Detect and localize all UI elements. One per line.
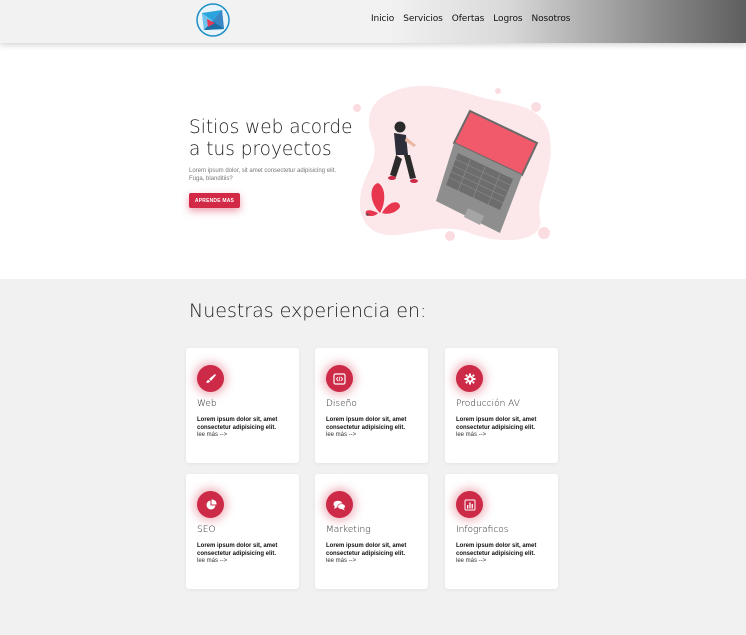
service-card-produccion-av[interactable]: Producción AV Lorem ipsum dolor sit, ame… [445,348,558,463]
section-title: Nuestras experiencia en: [189,300,427,322]
service-card-web[interactable]: Web Lorem ipsum dolor sit, amet consecte… [186,348,299,463]
card-title: Diseño [326,399,357,409]
brush-icon [197,365,224,392]
nav-inicio[interactable]: Inicio [371,14,394,24]
hero-illustration: ♣ [353,86,551,241]
read-more-link[interactable]: lee más --> [326,432,356,438]
read-more-link[interactable]: lee más --> [197,432,227,438]
service-card-seo[interactable]: SEO Lorem ipsum dolor sit, amet consecte… [186,474,299,589]
card-title: Infograficos [456,525,509,535]
card-title: Marketing [326,525,371,535]
service-card-infograficos[interactable]: Infograficos Lorem ipsum dolor sit, amet… [445,474,558,589]
card-description: Lorem ipsum dolor sit, amet consectetur … [326,417,407,431]
hero-section: Sitios web acorde a tus proyectos Lorem … [0,43,746,279]
service-card-marketing[interactable]: Marketing Lorem ipsum dolor sit, amet co… [315,474,428,589]
bar-chart-icon [456,491,483,518]
card-description: Lorem ipsum dolor sit, amet consectetur … [197,543,278,557]
card-title: SEO [197,525,216,535]
read-more-link[interactable]: lee más --> [456,432,486,438]
nav-nosotros[interactable]: Nosotros [531,14,570,24]
nav-logros[interactable]: Logros [493,14,522,24]
code-icon [326,365,353,392]
chat-bubbles-icon [326,491,353,518]
card-description: Lorem ipsum dolor sit, amet consectetur … [326,543,407,557]
logo-icon[interactable] [196,3,230,37]
learn-more-button[interactable]: APRENDE MAS [189,193,240,208]
gear-icon [456,365,483,392]
card-description: Lorem ipsum dolor sit, amet consectetur … [197,417,278,431]
nav-servicios[interactable]: Servicios [403,14,443,24]
nav-ofertas[interactable]: Ofertas [452,14,485,24]
read-more-link[interactable]: lee más --> [456,558,486,564]
card-description: Lorem ipsum dolor sit, amet consectetur … [456,543,537,557]
card-title: Web [197,399,217,409]
read-more-link[interactable]: lee más --> [197,558,227,564]
card-title: Producción AV [456,399,520,409]
service-card-diseno[interactable]: Diseño Lorem ipsum dolor sit, amet conse… [315,348,428,463]
card-description: Lorem ipsum dolor sit, amet consectetur … [456,417,537,431]
pie-chart-icon [197,491,224,518]
site-header: Inicio Servicios Ofertas Logros Nosotros [0,0,746,43]
main-nav: Inicio Servicios Ofertas Logros Nosotros [371,14,570,24]
hero-text: Lorem ipsum dolor, sit amet consectetur … [189,168,337,182]
read-more-link[interactable]: lee más --> [326,558,356,564]
